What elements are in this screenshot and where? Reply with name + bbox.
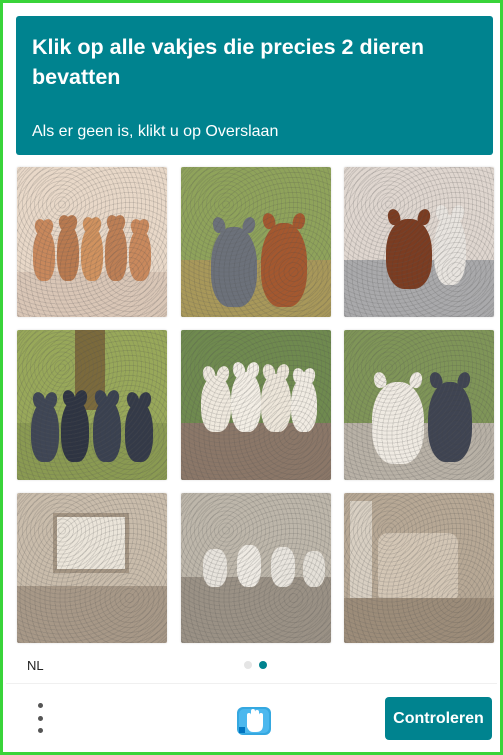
image-tile-4[interactable] xyxy=(17,330,167,480)
image-tile-3[interactable] xyxy=(344,167,494,317)
challenge-subtitle: Als er geen is, klikt u op Overslaan xyxy=(32,123,279,140)
check-button[interactable]: Controleren xyxy=(385,697,492,740)
image-tile-5[interactable] xyxy=(181,330,331,480)
captcha-frame: Klik op alle vakjes die precies 2 dieren… xyxy=(0,0,503,755)
image-tile-1[interactable] xyxy=(17,167,167,317)
footer-divider xyxy=(6,683,497,684)
vertical-dots-menu-icon[interactable] xyxy=(31,701,49,735)
hcaptcha-hand-logo-icon xyxy=(235,701,273,737)
image-tile-8[interactable] xyxy=(181,493,331,643)
page-dot-1 xyxy=(244,661,252,669)
image-tile-9[interactable] xyxy=(344,493,494,643)
challenge-header: Klik op alle vakjes die precies 2 dieren… xyxy=(16,16,493,155)
page-dot-2-active xyxy=(259,661,267,669)
language-selector[interactable]: NL xyxy=(27,658,44,673)
pagination-dots xyxy=(244,661,267,669)
image-tile-2[interactable] xyxy=(181,167,331,317)
image-tile-6[interactable] xyxy=(344,330,494,480)
image-tile-7[interactable] xyxy=(17,493,167,643)
challenge-title: Klik op alle vakjes die precies 2 dieren… xyxy=(32,35,424,89)
